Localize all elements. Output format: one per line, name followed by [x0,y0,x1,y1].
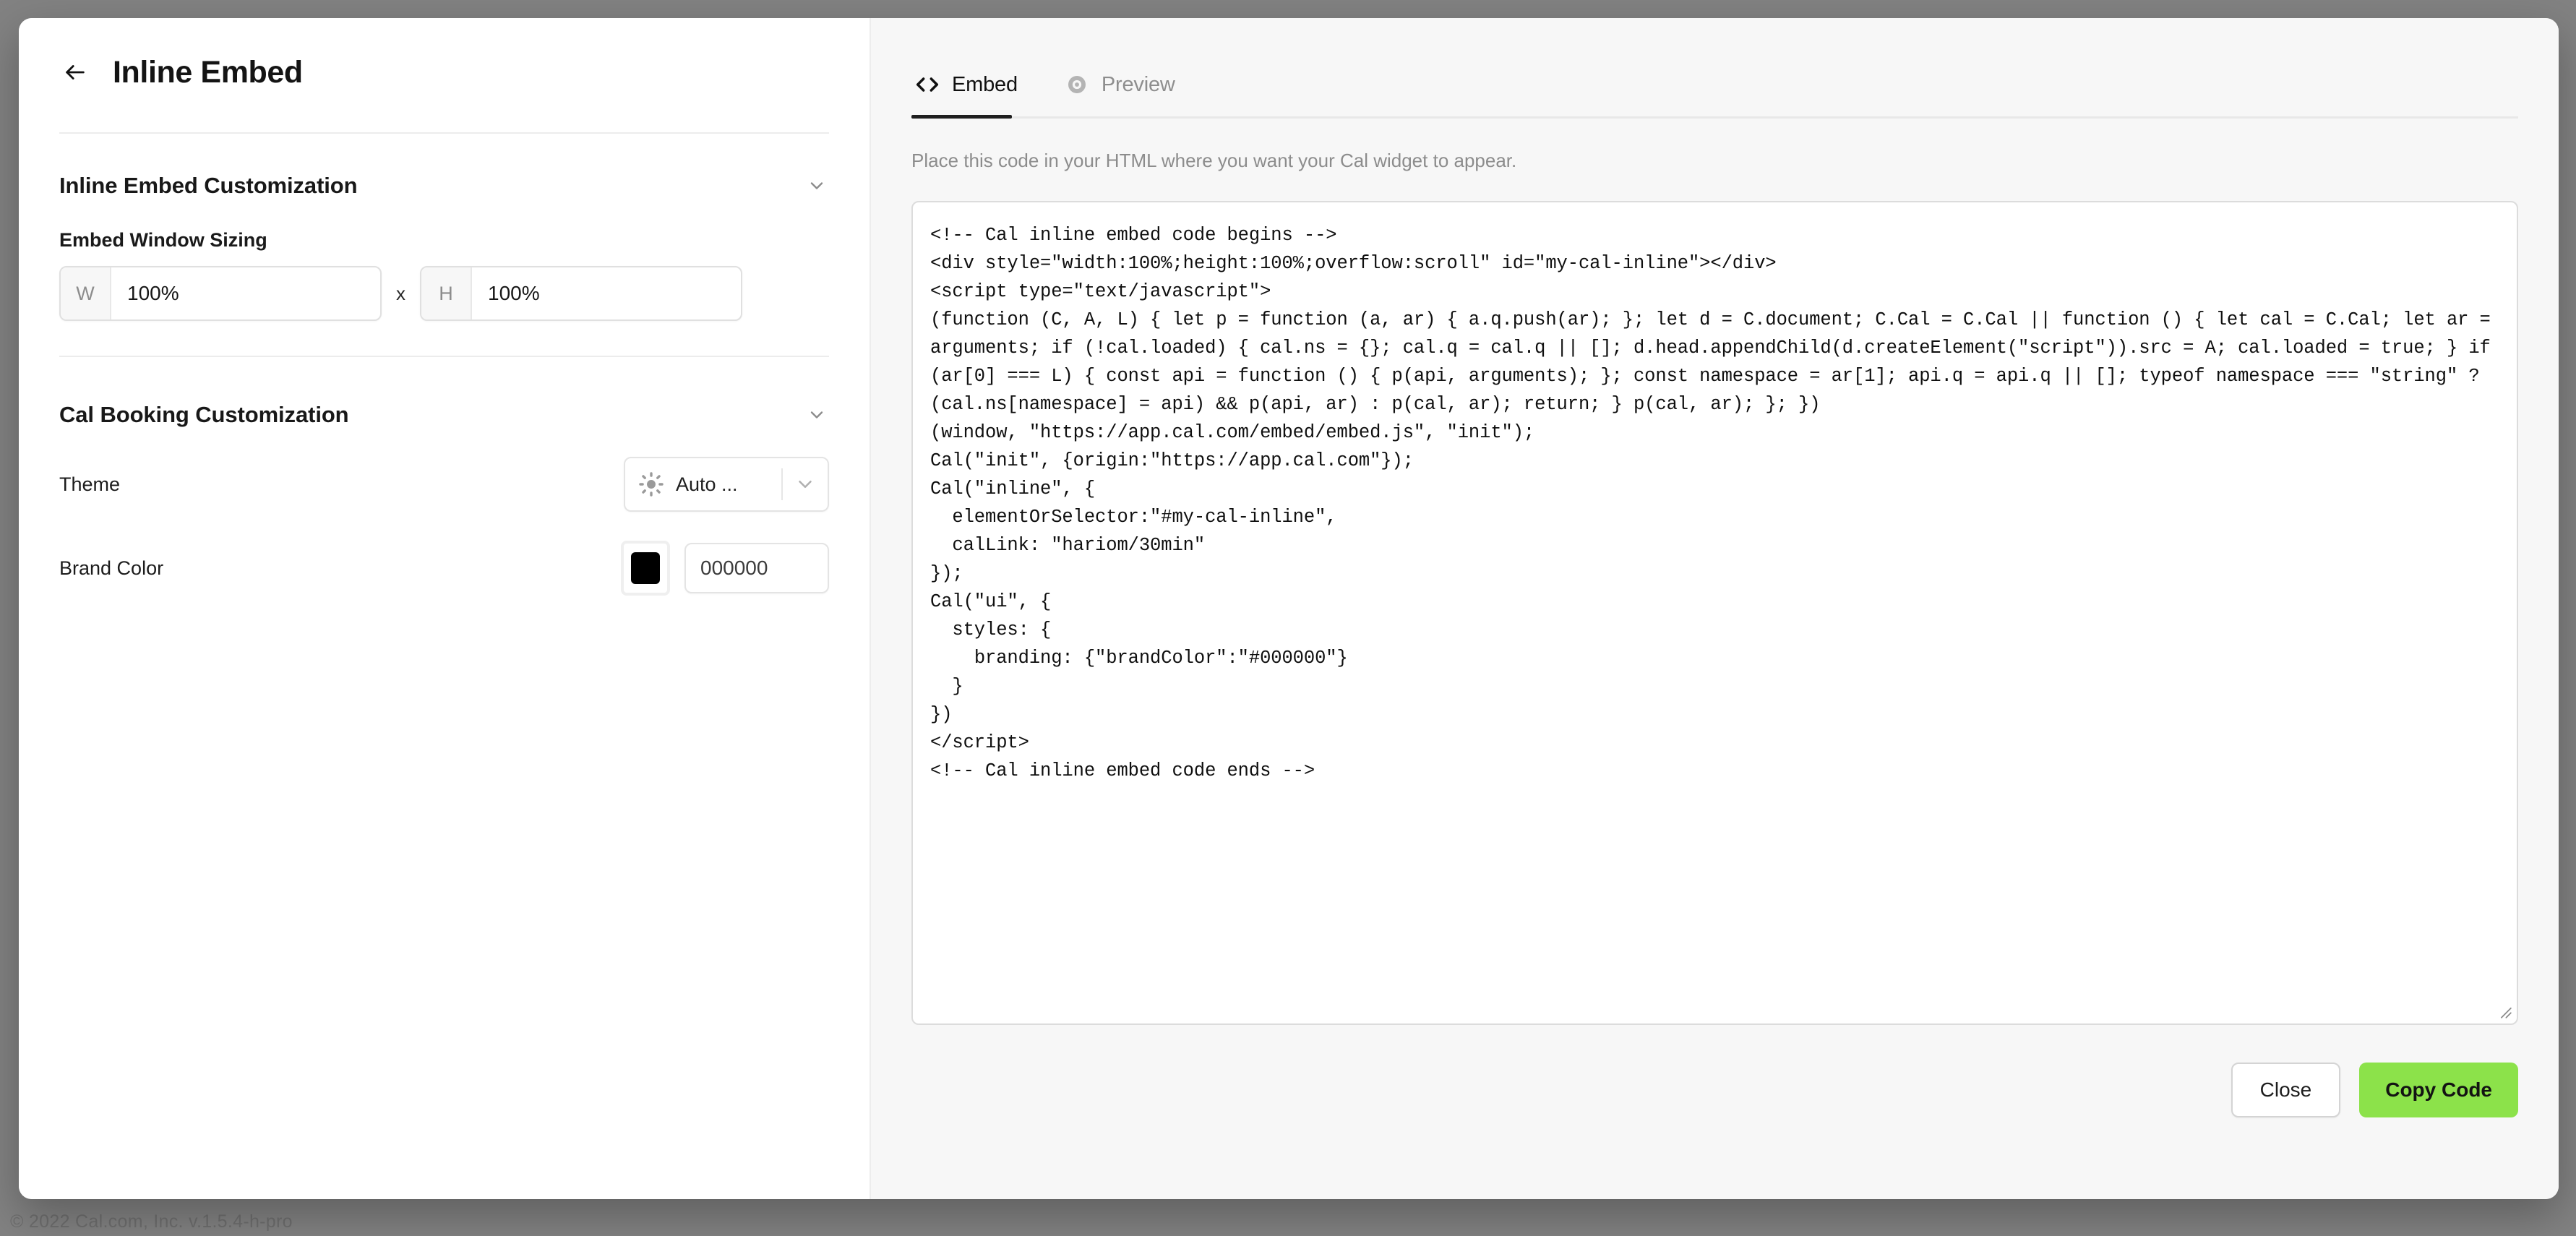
close-button[interactable]: Close [2231,1063,2341,1117]
width-prefix-label: W [61,267,111,319]
resize-handle-icon[interactable] [2494,1000,2512,1019]
copy-code-button[interactable]: Copy Code [2359,1063,2518,1117]
dialog-header: Inline Embed [59,18,829,96]
chevron-down-icon[interactable] [804,173,829,198]
section-inline-embed-customization[interactable]: Inline Embed Customization [59,173,829,199]
brand-color-label: Brand Color [59,557,164,579]
color-swatch-button[interactable] [621,541,670,596]
code-icon [914,72,940,98]
size-separator: x [396,282,405,304]
embed-window-sizing-label: Embed Window Sizing [59,229,267,251]
embed-settings-panel: Inline Embed Inline Embed Customization … [19,18,870,1199]
chevron-down-icon[interactable] [783,473,828,495]
section-title: Cal Booking Customization [59,402,349,427]
width-field-group: W [59,266,382,321]
dialog-footer-actions: Close Copy Code [911,1063,2518,1117]
tab-preview[interactable]: Preview [1061,72,1194,116]
height-prefix-label: H [421,267,472,319]
height-input[interactable] [472,267,741,319]
color-swatch [631,552,660,584]
page-footer-copyright: © 2022 Cal.com, Inc. v.1.5.4-h-pro [10,1211,293,1232]
embed-code-panel: Embed Preview Place this code in your HT… [870,18,2559,1199]
embed-code-content: <!-- Cal inline embed code begins --> <d… [930,225,2491,781]
section-cal-booking-customization[interactable]: Cal Booking Customization [59,402,829,428]
page-title: Inline Embed [113,54,303,90]
brand-color-hex-input[interactable] [684,543,829,593]
chevron-down-icon[interactable] [804,403,829,427]
tab-label: Preview [1101,72,1175,96]
tab-embed[interactable]: Embed [911,72,1036,119]
height-field-group: H [420,266,742,321]
theme-row: Theme Auto ... [59,457,829,512]
embed-window-sizing-row: W x H [59,266,829,321]
theme-control: Auto ... [624,457,829,512]
tab-bar: Embed Preview [911,18,2518,119]
embed-hint-text: Place this code in your HTML where you w… [911,150,1517,171]
brand-color-row: Brand Color [59,541,829,596]
inline-embed-dialog: Inline Embed Inline Embed Customization … [19,18,2559,1199]
theme-select[interactable]: Auto ... [624,457,829,512]
width-input[interactable] [111,267,380,319]
header-divider [59,132,829,134]
sun-icon [637,470,666,499]
embed-code-textarea[interactable]: <!-- Cal inline embed code begins --> <d… [911,201,2518,1025]
brand-color-control [621,541,829,596]
theme-label: Theme [59,473,121,495]
section-title: Inline Embed Customization [59,173,358,198]
arrow-left-icon[interactable] [59,56,91,88]
theme-selected-value: Auto ... [676,473,738,495]
eye-icon [1064,72,1090,98]
section-divider [59,356,829,357]
tab-label: Embed [952,72,1018,96]
